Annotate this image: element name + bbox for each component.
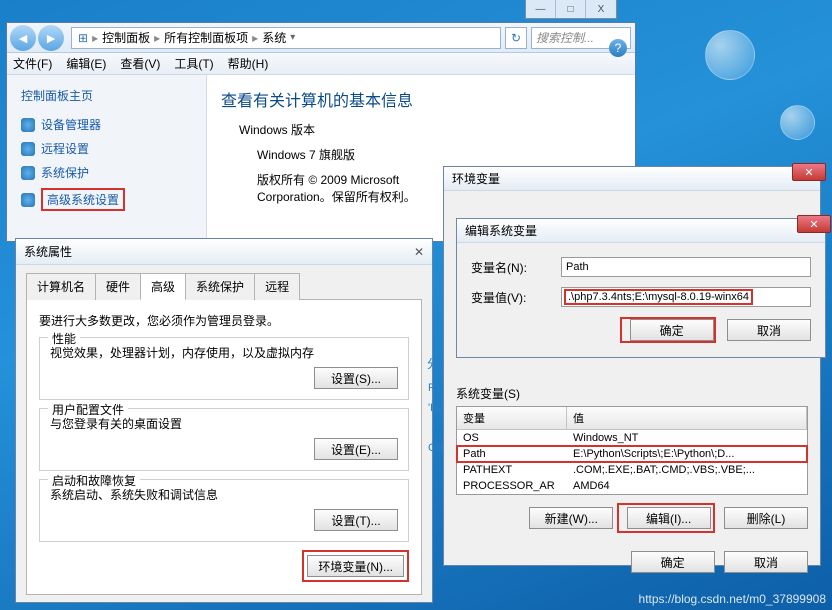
- table-row[interactable]: OSWindows_NT: [457, 430, 807, 446]
- tab-computer-name[interactable]: 计算机名: [26, 273, 96, 300]
- dialog-titlebar: 系统属性 ✕: [16, 239, 432, 265]
- sidebar-item-device-manager[interactable]: 设备管理器: [21, 116, 192, 133]
- menu-file[interactable]: 文件(F): [13, 55, 52, 72]
- tab-content-advanced: 要进行大多数更改，您必须作为管理员登录。 性能 视觉效果，处理器计划，内存使用，…: [26, 299, 422, 595]
- address-toolbar: ◄ ► ⊞ ▸ 控制面板 ▸ 所有控制面板项 ▸ 系统 ▾ ↻ 搜索控制...: [7, 23, 635, 53]
- close-button[interactable]: X: [586, 0, 616, 18]
- tab-advanced[interactable]: 高级: [140, 273, 186, 300]
- sidebar-title: 控制面板主页: [21, 87, 192, 104]
- system-properties-dialog: 系统属性 ✕ 计算机名 硬件 高级 系统保护 远程 要进行大多数更改，您必须作为…: [15, 238, 433, 603]
- sys-vars-table[interactable]: 变量 值 OSWindows_NT PathE:\Python\Scripts\…: [456, 406, 808, 495]
- table-row[interactable]: PROCESSOR_ARAMD64: [457, 478, 807, 494]
- dialog-titlebar: 编辑系统变量: [457, 219, 825, 243]
- os-name: Windows 7 旗舰版: [257, 146, 621, 163]
- perf-settings-button[interactable]: 设置(S)...: [314, 367, 398, 389]
- watermark: https://blog.csdn.net/m0_37899908: [639, 592, 826, 606]
- tab-hardware[interactable]: 硬件: [95, 273, 141, 300]
- col-value[interactable]: 值: [567, 407, 807, 429]
- close-button[interactable]: ✕: [797, 215, 831, 233]
- minimize-button[interactable]: —: [526, 0, 556, 18]
- menu-bar: 文件(F) 编辑(E) 查看(V) 工具(T) 帮助(H): [7, 53, 635, 75]
- var-name-label: 变量名(N):: [471, 259, 561, 276]
- sys-vars-label: 系统变量(S): [456, 385, 808, 402]
- page-title: 查看有关计算机的基本信息: [221, 87, 621, 111]
- tab-strip: 计算机名 硬件 高级 系统保护 远程: [26, 273, 422, 300]
- section-windows-version: Windows 版本: [239, 121, 621, 138]
- col-variable[interactable]: 变量: [457, 407, 567, 429]
- sidebar-item-protection[interactable]: 系统保护: [21, 164, 192, 181]
- group-profiles: 用户配置文件 与您登录有关的桌面设置 设置(E)...: [39, 408, 409, 471]
- window-controls: — □ X: [525, 0, 617, 19]
- menu-edit[interactable]: 编辑(E): [66, 55, 106, 72]
- sidebar-item-remote[interactable]: 远程设置: [21, 140, 192, 157]
- menu-help[interactable]: 帮助(H): [228, 55, 269, 72]
- shield-icon: [21, 166, 35, 180]
- breadcrumb-seg3[interactable]: 系统: [262, 29, 286, 46]
- var-value-label: 变量值(V):: [471, 289, 561, 306]
- remote-icon: [21, 142, 35, 156]
- group-performance: 性能 视觉效果，处理器计划，内存使用，以及虚拟内存 设置(S)...: [39, 337, 409, 400]
- env-vars-button[interactable]: 环境变量(N)...: [307, 555, 404, 577]
- breadcrumb-seg2[interactable]: 所有控制面板项: [164, 29, 248, 46]
- breadcrumb-dropdown-icon[interactable]: ▾: [290, 32, 295, 43]
- var-value-input[interactable]: .\php7.3.4nts;E:\mysql-8.0.19-winx64: [561, 287, 811, 307]
- maximize-button[interactable]: □: [556, 0, 586, 18]
- help-icon[interactable]: ?: [609, 39, 627, 57]
- delete-var-button[interactable]: 删除(L): [724, 507, 808, 529]
- var-name-input[interactable]: Path: [561, 257, 811, 277]
- dialog-titlebar: 环境变量: [444, 167, 820, 191]
- table-row[interactable]: PATHEXT.COM;.EXE;.BAT;.CMD;.VBS;.VBE;...: [457, 462, 807, 478]
- tab-remote[interactable]: 远程: [254, 273, 300, 300]
- profiles-settings-button[interactable]: 设置(E)...: [314, 438, 398, 460]
- cancel-button[interactable]: 取消: [727, 319, 811, 341]
- refresh-button[interactable]: ↻: [505, 27, 527, 49]
- breadcrumb-seg1[interactable]: 控制面板: [102, 29, 150, 46]
- close-icon[interactable]: ✕: [414, 245, 424, 259]
- edit-variable-dialog: 编辑系统变量 ✕ 变量名(N): Path 变量值(V): .\php7.3.4…: [456, 218, 826, 358]
- new-var-button[interactable]: 新建(W)...: [529, 507, 613, 529]
- menu-view[interactable]: 查看(V): [120, 55, 160, 72]
- ok-button[interactable]: 确定: [631, 551, 715, 573]
- control-panel-sidebar: 控制面板主页 设备管理器 远程设置 系统保护 高级系统设置: [7, 75, 207, 241]
- edit-var-button[interactable]: 编辑(I)...: [627, 507, 711, 529]
- group-startup: 启动和故障恢复 系统启动、系统失败和调试信息 设置(T)...: [39, 479, 409, 542]
- nav-back-button[interactable]: ◄: [10, 25, 36, 51]
- sidebar-item-advanced[interactable]: 高级系统设置: [21, 188, 192, 211]
- cancel-button[interactable]: 取消: [724, 551, 808, 573]
- close-button[interactable]: ✕: [792, 163, 826, 181]
- device-icon: [21, 118, 35, 132]
- nav-forward-button[interactable]: ►: [38, 25, 64, 51]
- breadcrumb[interactable]: ⊞ ▸ 控制面板 ▸ 所有控制面板项 ▸ 系统 ▾: [71, 27, 501, 49]
- intro-text: 要进行大多数更改，您必须作为管理员登录。: [39, 312, 409, 329]
- tab-protection[interactable]: 系统保护: [185, 273, 255, 300]
- gear-icon: [21, 193, 35, 207]
- menu-tool[interactable]: 工具(T): [174, 55, 213, 72]
- ok-button[interactable]: 确定: [630, 319, 714, 341]
- startup-settings-button[interactable]: 设置(T)...: [314, 509, 398, 531]
- table-row[interactable]: PathE:\Python\Scripts\;E:\Python\;D...: [457, 446, 807, 462]
